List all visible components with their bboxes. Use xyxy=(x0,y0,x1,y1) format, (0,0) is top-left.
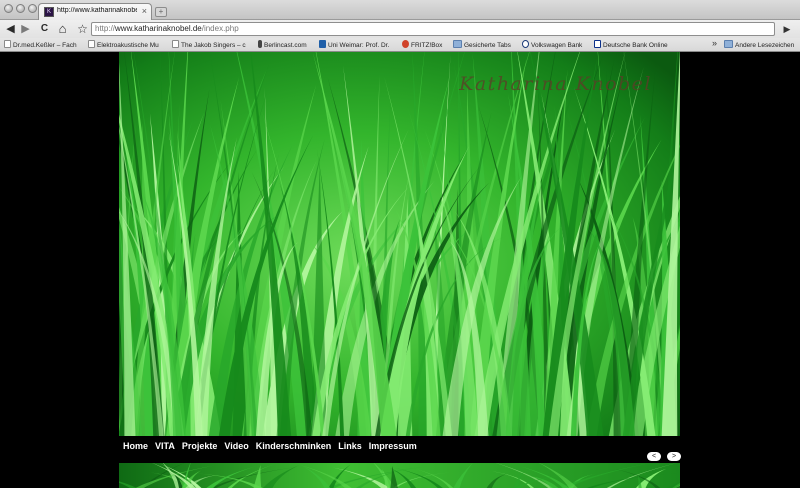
bookmark-label: The Jakob Singers – c xyxy=(181,42,246,49)
address-bar[interactable]: http://www.katharinaknobel.de/index.php xyxy=(91,22,775,36)
uni-icon xyxy=(319,40,326,48)
address-url[interactable]: http://www.katharinaknobel.de/index.php xyxy=(95,24,239,33)
bookmark-label: Andere Lesezeichen xyxy=(735,42,795,49)
bookmark-item[interactable]: Uni Weimar: Prof. Dr. xyxy=(319,40,397,50)
browser-tab[interactable]: K http://www.katharinaknobel.de × xyxy=(38,3,152,20)
bookmark-label: FRITZ!Box xyxy=(411,42,443,49)
minimize-window-button[interactable] xyxy=(16,4,25,13)
other-bookmarks-folder[interactable]: Andere Lesezeichen xyxy=(724,40,798,50)
bookmark-item[interactable]: Volkswagen Bank xyxy=(522,40,590,50)
bookmark-label: Deutsche Bank Online xyxy=(603,42,668,49)
hero-image-strip xyxy=(119,463,680,488)
page-menu-icon[interactable]: ▶ xyxy=(780,22,794,36)
bookmark-label: Dr.med.Keßler – Fach xyxy=(13,42,77,49)
bookmark-item[interactable]: Dr.med.Keßler – Fach xyxy=(4,40,84,50)
nav-projekte[interactable]: Projekte xyxy=(182,438,218,454)
folder-icon xyxy=(724,40,733,48)
nav-home[interactable]: Home xyxy=(123,438,148,454)
slider-controls: < > xyxy=(647,452,681,461)
bookmark-item[interactable]: FRITZ!Box xyxy=(402,40,448,50)
bookmark-item[interactable]: Deutsche Bank Online xyxy=(594,40,668,50)
site-navigation: Home VITA Projekte Video Kinderschminken… xyxy=(119,438,680,454)
pin-icon xyxy=(258,40,262,48)
bookmark-label: Berlincast.com xyxy=(264,42,307,49)
folder-icon xyxy=(453,40,462,48)
browser-toolbar: ◀ ▶ C ⌂ ☆ http://www.katharinaknobel.de/… xyxy=(0,20,800,38)
back-icon[interactable]: ◀ xyxy=(4,22,17,36)
hero-image: Katharina Knobel xyxy=(119,52,680,436)
forward-icon[interactable]: ▶ xyxy=(19,22,32,36)
vw-icon xyxy=(522,40,529,48)
fritzbox-icon xyxy=(402,40,409,48)
bookmark-label: Gesicherte Tabs xyxy=(464,42,511,49)
site-logo[interactable]: Katharina Knobel xyxy=(459,73,652,95)
bookmarks-bar: Dr.med.Keßler – Fach Elektroakustische M… xyxy=(0,38,800,52)
bookmark-star-icon[interactable]: ☆ xyxy=(76,22,89,36)
deutsche-bank-icon xyxy=(594,40,601,48)
page-content: Katharina Knobel Home VITA Projekte Vide… xyxy=(0,52,800,488)
nav-vita[interactable]: VITA xyxy=(155,438,175,454)
page-icon xyxy=(88,40,95,48)
bookmark-item[interactable]: Elektroakustische Mu xyxy=(88,40,168,50)
bookmark-item[interactable]: Berlincast.com xyxy=(258,40,316,50)
grass-photo xyxy=(119,52,680,436)
grass-strip xyxy=(119,463,680,488)
home-icon[interactable]: ⌂ xyxy=(56,22,69,36)
tab-title: http://www.katharinaknobel.de xyxy=(57,7,137,14)
reload-icon[interactable]: C xyxy=(38,22,51,36)
bookmarks-overflow-icon[interactable]: » xyxy=(712,38,717,48)
slider-prev-button[interactable]: < xyxy=(647,452,661,461)
zoom-window-button[interactable] xyxy=(28,4,37,13)
url-path: /index.php xyxy=(201,24,239,33)
nav-kinderschminken[interactable]: Kinderschminken xyxy=(256,438,332,454)
bookmark-label: Uni Weimar: Prof. Dr. xyxy=(328,42,390,49)
page-icon xyxy=(172,40,179,48)
new-tab-button[interactable]: + xyxy=(155,7,167,17)
nav-impressum[interactable]: Impressum xyxy=(369,438,417,454)
bookmark-label: Elektroakustische Mu xyxy=(97,42,159,49)
nav-links[interactable]: Links xyxy=(338,438,362,454)
nav-video[interactable]: Video xyxy=(224,438,248,454)
bookmark-item[interactable]: The Jakob Singers – c xyxy=(172,40,252,50)
tab-close-icon[interactable]: × xyxy=(142,6,147,16)
bookmark-item[interactable]: Gesicherte Tabs xyxy=(453,40,517,50)
site-favicon-icon: K xyxy=(44,7,54,17)
url-host: www.katharinaknobel.de xyxy=(115,24,202,33)
url-scheme: http:// xyxy=(95,24,116,33)
slider-next-button[interactable]: > xyxy=(667,452,681,461)
page-icon xyxy=(4,40,11,48)
close-window-button[interactable] xyxy=(4,4,13,13)
browser-titlebar: K http://www.katharinaknobel.de × + xyxy=(0,0,800,20)
bookmark-label: Volkswagen Bank xyxy=(531,42,583,49)
window-controls xyxy=(4,4,37,13)
